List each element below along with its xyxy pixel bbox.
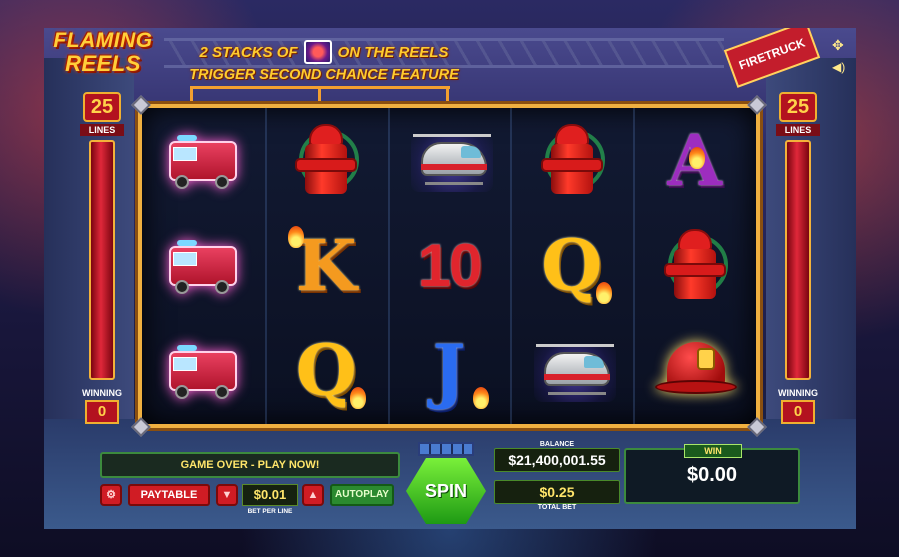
lines-meter-right: 25 LINES WINNING 0: [776, 92, 820, 438]
bet-per-line-value: $0.01: [242, 484, 298, 506]
winning-label: WINNING: [82, 388, 122, 398]
lines-count[interactable]: 25: [83, 92, 121, 122]
win-value: $0.00: [686, 464, 738, 486]
balance-value: $21,400,001.55: [494, 448, 620, 472]
winning-count: 0: [781, 400, 815, 424]
spin-label: SPIN: [424, 480, 467, 501]
fire-truck-symbol: [161, 329, 245, 413]
helicopter-icon: [407, 126, 493, 196]
paytable-button[interactable]: PAYTABLE: [128, 484, 210, 506]
fire-helmet-icon: [653, 336, 737, 406]
arrow-down-icon: [313, 86, 325, 114]
bet-decrease-button[interactable]: ▼: [216, 484, 238, 506]
fire-truck-icon: [163, 234, 243, 298]
bet-increase-button[interactable]: ▲: [302, 484, 324, 506]
win-label: WIN: [684, 444, 742, 458]
reel-grid: A K 10 Q QJ: [138, 104, 760, 428]
flame-icon: [472, 387, 489, 410]
reel-cell: [633, 319, 756, 424]
slot-game: FIRETRUCK FLAMING REELS 2 STACKS OF ON T…: [44, 28, 856, 529]
balance-panel: BALANCE $21,400,001.55 $0.25 TOTAL BET: [494, 441, 620, 521]
reel-cell: Q: [510, 213, 633, 318]
settings-button[interactable]: ⚙: [100, 484, 122, 506]
flame-icon: [350, 387, 367, 410]
symbol-letter: 10: [417, 231, 483, 299]
reel-cell: J: [388, 319, 511, 424]
symbol-k: K: [284, 224, 368, 308]
promo-text-b: ON THE REELS: [337, 43, 449, 61]
helicopter-icon: [530, 336, 616, 406]
lines-label: LINES: [776, 124, 820, 136]
fire-truck-symbol: [161, 119, 245, 203]
reel-cell: Q: [265, 319, 388, 424]
logo-line1: FLAMING: [53, 29, 153, 52]
payline-tube: [785, 140, 811, 380]
payline-tube: [89, 140, 115, 380]
fire-helmet-symbol: [653, 329, 737, 413]
reel-cell: [265, 108, 388, 213]
feature-promo: 2 STACKS OF ON THE REELS TRIGGER SECOND …: [174, 40, 474, 83]
total-bet-value: $0.25: [494, 480, 620, 504]
fire-truck-symbol: [161, 224, 245, 308]
reel-cell: A: [633, 108, 756, 213]
reel-cell: [510, 108, 633, 213]
fire-hydrant-symbol: [530, 119, 614, 203]
promo-text-a: 2 STACKS OF: [199, 43, 298, 61]
spin-button[interactable]: SPIN: [406, 458, 486, 524]
reel-cell: [142, 319, 265, 424]
fire-hydrant-icon: [291, 120, 361, 202]
winning-label: WINNING: [778, 388, 818, 398]
symbol-letter: J: [432, 329, 466, 413]
bet-per-line-label: BET PER LINE: [247, 508, 293, 515]
fire-truck-icon: [163, 339, 243, 403]
spin-control: SPIN: [400, 442, 492, 526]
symbol-letter: Q: [541, 223, 603, 307]
reel-cell: [142, 213, 265, 318]
sound-icon[interactable]: ◀): [832, 60, 846, 74]
flame-icon: [288, 225, 305, 248]
control-panel-left: GAME OVER - PLAY NOW! ⚙ PAYTABLE ▼ $0.01…: [100, 452, 400, 515]
lines-label: LINES: [80, 124, 124, 136]
fire-hydrant-icon: [537, 120, 607, 202]
bet-per-line-control: ▼ $0.01 ▲ BET PER LINE: [216, 484, 324, 515]
balance-label: BALANCE: [539, 441, 575, 448]
reel-cell: [142, 108, 265, 213]
fire-hydrant-symbol: [653, 224, 737, 308]
reel-grid-icon[interactable]: [418, 442, 474, 456]
promo-text-line2: TRIGGER SECOND CHANCE FEATURE: [189, 67, 459, 83]
fire-hydrant-symbol: [284, 119, 368, 203]
reel-cell: [388, 108, 511, 213]
symbol-10: 10: [407, 224, 491, 308]
reel-cell: 10: [388, 213, 511, 318]
helicopter-symbol: [407, 119, 493, 203]
symbol-q: Q: [530, 224, 614, 308]
symbol-letter: K: [295, 223, 357, 307]
reel-cell: K: [265, 213, 388, 318]
autoplay-button[interactable]: AUTOPLAY: [330, 484, 394, 506]
winning-count: 0: [85, 400, 119, 424]
total-bet-label: TOTAL BET: [537, 504, 577, 511]
reel-cell: [510, 319, 633, 424]
flame-icon: [688, 146, 705, 169]
symbol-letter: Q: [295, 329, 357, 413]
arrow-down-icon: [441, 86, 453, 114]
status-message: GAME OVER - PLAY NOW!: [100, 452, 400, 478]
reel-cell: [633, 213, 756, 318]
game-logo: FLAMING REELS: [46, 30, 160, 90]
lines-meter-left: 25 LINES WINNING 0: [80, 92, 124, 438]
fire-truck-icon: [163, 129, 243, 193]
symbol-a: A: [653, 119, 737, 203]
fire-hydrant-icon: [660, 225, 730, 307]
fullscreen-icon[interactable]: ✥: [832, 38, 846, 52]
win-panel: WIN $0.00: [624, 444, 800, 504]
arrow-down-icon: [185, 86, 197, 114]
logo-line2: REELS: [65, 51, 141, 76]
helicopter-symbol: [530, 329, 616, 413]
flame-icon: [595, 281, 612, 304]
symbol-q: Q: [284, 329, 368, 413]
lines-count[interactable]: 25: [779, 92, 817, 122]
scatter-symbol-icon: [303, 40, 332, 64]
symbol-j: J: [407, 329, 491, 413]
